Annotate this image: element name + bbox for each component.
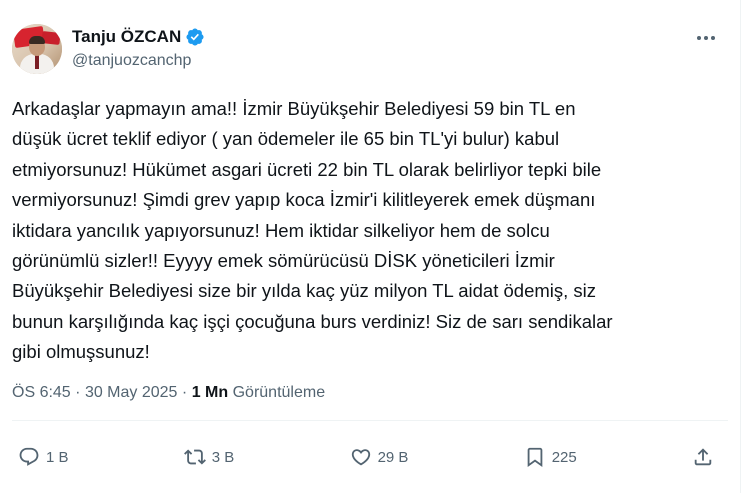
like-count: 29 B: [377, 448, 409, 466]
tweet-card: Tanju ÖZCAN @tanjuozcanchp Arkadaşlar ya…: [0, 0, 741, 493]
meta-separator-2: ·: [181, 384, 188, 401]
tweet-meta: ÖS 6:45 · 30 May 2025 · 1 Mn Görüntüleme: [12, 384, 325, 402]
repost-arrows-icon: [183, 446, 206, 468]
tweet-date[interactable]: 30 May 2025: [85, 384, 178, 401]
reply-count: 1 B: [46, 448, 69, 466]
action-bar: 1 B 3 B 29 B 225: [12, 440, 728, 474]
bookmark-icon: [524, 446, 546, 468]
more-horizontal-icon[interactable]: [694, 28, 718, 48]
verified-badge-icon[interactable]: [185, 27, 205, 47]
tweet-time[interactable]: ÖS 6:45: [12, 384, 71, 401]
bookmark-count: 225: [551, 448, 577, 466]
repost-button[interactable]: 3 B: [183, 446, 235, 468]
reply-bubble-icon: [18, 446, 40, 468]
heart-icon: [350, 446, 372, 468]
views-count: 1 Mn: [191, 384, 229, 401]
like-button[interactable]: 29 B: [350, 446, 409, 468]
bookmark-button[interactable]: 225: [524, 446, 577, 468]
meta-separator: ·: [75, 384, 81, 401]
avatar-figure-tie: [35, 55, 39, 69]
tweet-header: Tanju ÖZCAN @tanjuozcanchp: [12, 24, 728, 76]
share-upload-icon: [692, 446, 714, 468]
author-name-row: Tanju ÖZCAN: [72, 26, 205, 48]
tweet-text: Arkadaşlar yapmayın ama!! İzmir Büyükşeh…: [12, 98, 613, 363]
author-name[interactable]: Tanju ÖZCAN: [72, 27, 181, 47]
views-label: Görüntüleme: [232, 384, 326, 401]
repost-count: 3 B: [211, 448, 235, 466]
reply-button[interactable]: 1 B: [18, 446, 69, 468]
author-handle[interactable]: @tanjuozcanchp: [72, 52, 191, 70]
divider: [12, 420, 728, 421]
avatar[interactable]: [12, 24, 62, 74]
share-button[interactable]: [692, 446, 714, 468]
avatar-figure-hair: [29, 36, 45, 44]
